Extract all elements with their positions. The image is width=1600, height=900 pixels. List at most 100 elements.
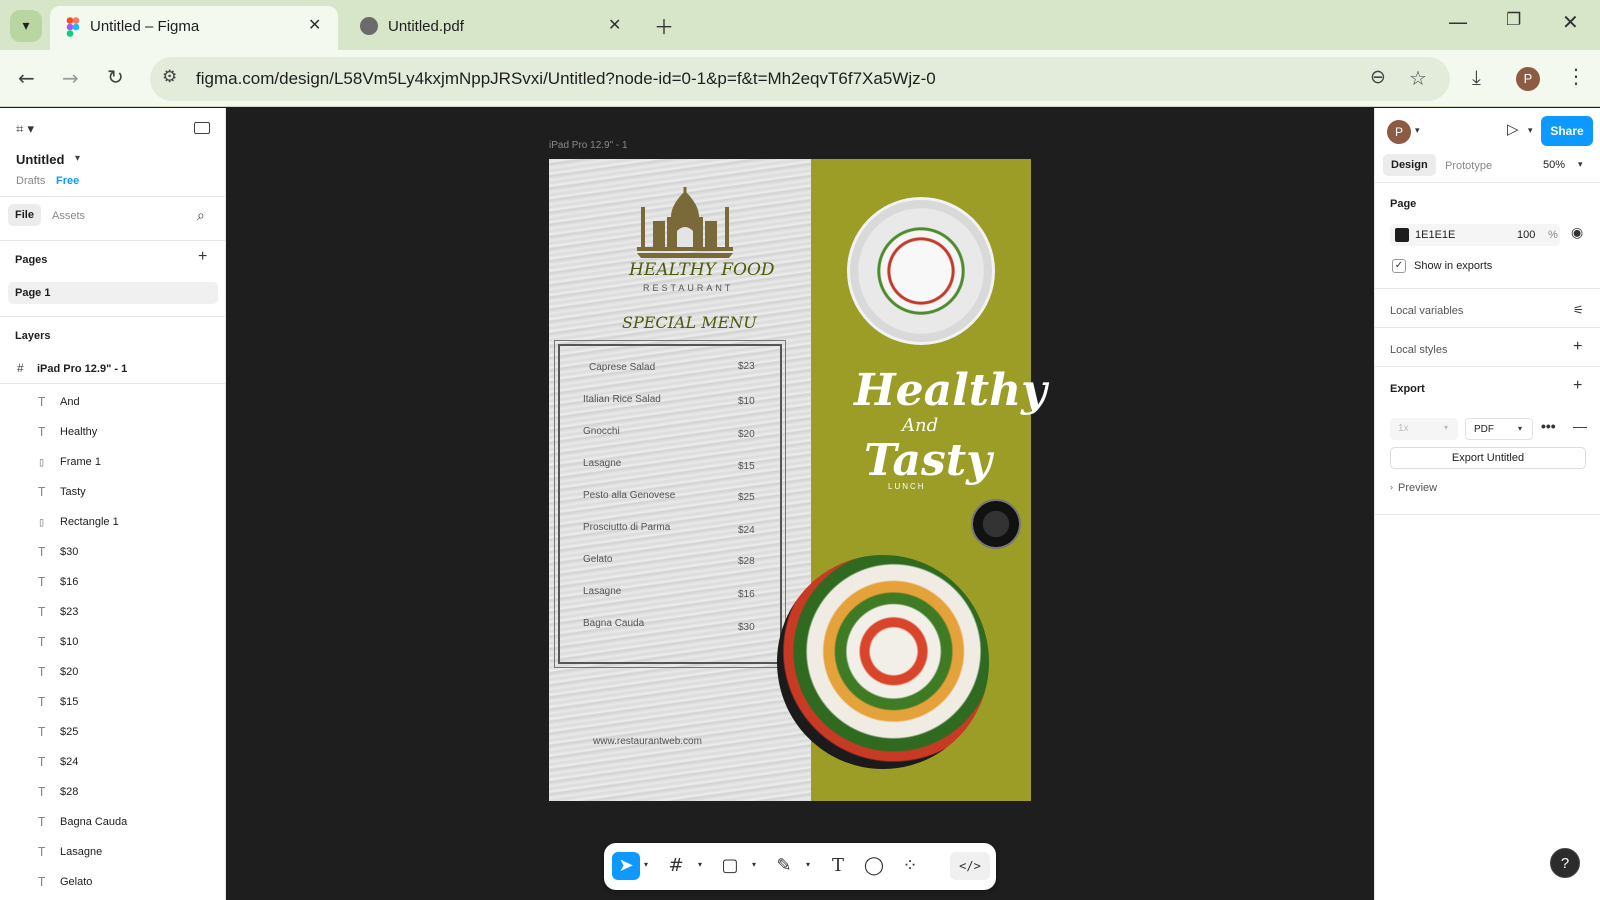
tab-prototype[interactable]: Prototype <box>1445 160 1492 172</box>
minimize-icon[interactable]: — <box>1448 10 1468 34</box>
export-format-select[interactable]: PDF ▾ <box>1465 418 1533 440</box>
layer-item[interactable]: T $23 <box>0 598 226 628</box>
layer-item[interactable]: T $15 <box>0 688 226 718</box>
local-styles-label[interactable]: Local styles <box>1390 344 1447 356</box>
chevron-down-icon[interactable]: ▾ <box>806 860 810 869</box>
menu-item-price: $15 <box>738 461 755 472</box>
poster-frame[interactable]: HEALTHY FOOD RESTAURANT SPECIAL MENU www… <box>549 159 1047 801</box>
add-style-icon[interactable]: + <box>1573 338 1582 356</box>
chevron-down-icon[interactable]: ▾ <box>1528 125 1533 136</box>
help-button[interactable]: ? <box>1550 848 1580 878</box>
search-icon[interactable]: ⌕ <box>197 208 205 224</box>
page-bg-color-field[interactable]: 1E1E1E 100 % <box>1390 224 1560 246</box>
profile-avatar[interactable]: P <box>1516 67 1540 91</box>
layer-item[interactable]: T Tasty <box>0 478 226 508</box>
frame-tool-button[interactable]: # <box>662 852 690 880</box>
drafts-link[interactable]: Drafts <box>16 175 45 187</box>
frame-label[interactable]: iPad Pro 12.9" - 1 <box>549 140 628 151</box>
remove-export-icon[interactable]: — <box>1573 418 1587 434</box>
download-icon[interactable]: ⤓ <box>1472 65 1481 89</box>
local-variables-label[interactable]: Local variables <box>1390 305 1463 317</box>
toggle-sidebar-icon[interactable] <box>194 122 210 134</box>
layers-heading: Layers <box>15 330 51 342</box>
pen-tool-button[interactable]: ✎ <box>770 852 798 880</box>
salad-bowl-image <box>777 555 989 769</box>
show-in-exports-checkbox[interactable]: ✓ <box>1392 259 1406 273</box>
layer-item[interactable]: T $20 <box>0 658 226 688</box>
dev-mode-toggle[interactable]: </> <box>950 852 990 880</box>
layer-item[interactable]: T $25 <box>0 718 226 748</box>
chevron-down-icon[interactable]: ▾ <box>1415 125 1420 136</box>
rectangle-tool-button[interactable]: ▢ <box>716 852 744 880</box>
close-tab-icon[interactable]: ✕ <box>308 15 321 34</box>
layer-frame-ipad[interactable]: iPad Pro 12.9" - 1 <box>37 363 127 375</box>
tab-figma[interactable]: Untitled – Figma ✕ <box>50 6 338 50</box>
tab-search-button[interactable]: ▾ <box>10 10 42 42</box>
present-play-icon[interactable]: ▷ <box>1507 120 1519 138</box>
color-swatch[interactable] <box>1395 228 1409 242</box>
new-tab-icon[interactable]: ＋ <box>654 11 674 40</box>
zoom-icon[interactable]: ⊖ <box>1370 66 1386 88</box>
layer-item[interactable]: T $28 <box>0 778 226 808</box>
export-format-value: PDF <box>1474 424 1494 435</box>
chevron-down-icon[interactable]: ▾ <box>1578 159 1583 170</box>
variables-settings-icon[interactable]: ⚟ <box>1573 303 1584 317</box>
layer-item[interactable]: T $24 <box>0 748 226 778</box>
add-export-icon[interactable]: + <box>1573 377 1582 395</box>
text-tool-button[interactable]: T <box>824 852 852 880</box>
menu-item-name: Lasagne <box>583 586 622 597</box>
site-settings-icon[interactable]: ⚙ <box>162 67 177 87</box>
url-text[interactable]: figma.com/design/L58Vm5Ly4kxjmNppJRSvxi/… <box>196 69 936 89</box>
layer-item[interactable]: T $30 <box>0 538 226 568</box>
export-button[interactable]: Export Untitled <box>1390 447 1586 469</box>
text-layer-icon: T <box>38 395 46 409</box>
tab-assets[interactable]: Assets <box>52 210 85 222</box>
zoom-level[interactable]: 50% <box>1543 159 1565 171</box>
export-scale-select[interactable]: 1x ▾ <box>1390 418 1458 440</box>
chevron-down-icon[interactable]: ▾ <box>698 860 702 869</box>
tab-design[interactable]: Design <box>1383 154 1436 176</box>
layer-item[interactable]: ▯ Rectangle 1 <box>0 508 226 538</box>
tab-pdf[interactable]: Untitled.pdf ✕ <box>346 6 634 50</box>
file-name[interactable]: Untitled <box>16 152 64 167</box>
layer-item[interactable]: T Lasagne <box>0 838 226 868</box>
opacity-unit: % <box>1548 229 1558 241</box>
comment-tool-button[interactable]: ◯ <box>860 852 888 880</box>
close-window-icon[interactable]: ✕ <box>1562 10 1579 34</box>
address-bar[interactable]: ⚙ figma.com/design/L58Vm5Ly4kxjmNppJRSvx… <box>150 57 1450 101</box>
tab-file[interactable]: File <box>8 204 41 226</box>
move-tool-button[interactable]: ➤ <box>612 852 640 880</box>
forward-icon[interactable]: → <box>62 66 79 90</box>
share-button[interactable]: Share <box>1541 116 1593 146</box>
eye-visibility-icon[interactable]: ◉ <box>1571 225 1583 241</box>
chevron-down-icon[interactable]: ▾ <box>75 153 80 164</box>
actions-tool-button[interactable]: ⁘ <box>896 852 924 880</box>
show-in-exports-label: Show in exports <box>1414 260 1493 272</box>
color-hex[interactable]: 1E1E1E <box>1415 229 1455 241</box>
restore-icon[interactable]: ❐ <box>1506 10 1521 30</box>
layer-item[interactable]: T And <box>0 388 226 418</box>
chevron-right-icon[interactable]: › <box>1390 482 1393 492</box>
layer-item[interactable]: T Bagna Cauda <box>0 808 226 838</box>
export-options-icon[interactable]: ••• <box>1541 418 1556 434</box>
page-item-page-1[interactable]: Page 1 <box>8 282 218 304</box>
back-icon[interactable]: ← <box>18 66 35 90</box>
layer-item[interactable]: T Gelato <box>0 868 226 898</box>
user-avatar[interactable]: P <box>1387 120 1411 144</box>
bookmark-star-icon[interactable]: ☆ <box>1409 66 1427 90</box>
layer-item[interactable]: T $16 <box>0 568 226 598</box>
figma-menu-icon[interactable]: ⌗ ▾ <box>16 122 34 137</box>
text-layer-icon: T <box>38 485 46 499</box>
chevron-down-icon[interactable]: ▾ <box>644 860 648 869</box>
layer-item[interactable]: ▯ Frame 1 <box>0 448 226 478</box>
layer-item[interactable]: T Healthy <box>0 418 226 448</box>
close-tab-icon[interactable]: ✕ <box>608 15 621 34</box>
reload-icon[interactable]: ↻ <box>107 65 124 89</box>
preview-toggle[interactable]: Preview <box>1398 482 1437 494</box>
add-page-icon[interactable]: + <box>198 248 207 266</box>
more-menu-icon[interactable]: ⋮ <box>1566 64 1586 88</box>
text-layer-icon: T <box>38 755 46 769</box>
layer-item[interactable]: T $10 <box>0 628 226 658</box>
chevron-down-icon[interactable]: ▾ <box>752 860 756 869</box>
opacity-value[interactable]: 100 <box>1517 229 1535 241</box>
